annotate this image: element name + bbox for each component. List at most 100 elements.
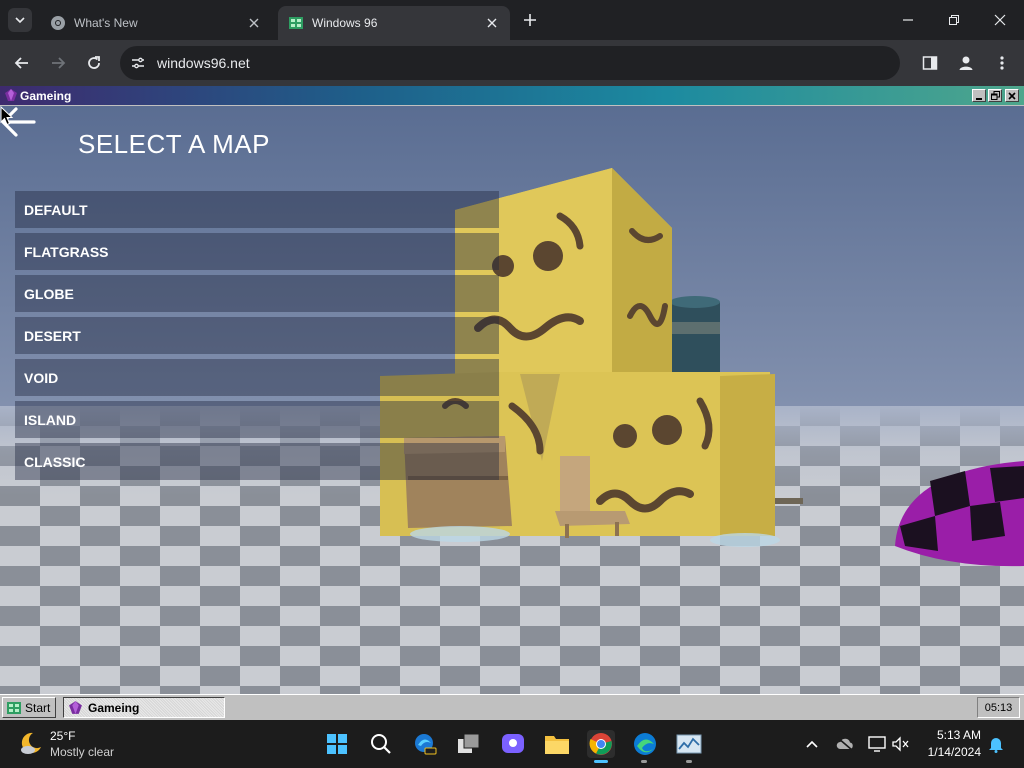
weather-description: Mostly clear: [50, 745, 115, 759]
taskbar-chrome-button[interactable]: [587, 730, 615, 758]
taskbar-monitor-app-button[interactable]: [675, 730, 703, 758]
window-restore-button[interactable]: [934, 6, 974, 34]
minimize-icon: [976, 97, 982, 100]
system-clock-time[interactable]: 5:13 AM: [925, 728, 981, 742]
chevron-up-icon: [806, 740, 818, 748]
taskbar-file-explorer-button[interactable]: [543, 730, 571, 758]
tab-title: What's New: [74, 16, 138, 30]
chrome-icon: [51, 16, 65, 30]
cloud-offline-icon: [836, 737, 853, 751]
taskbar-edge-button[interactable]: [631, 730, 659, 758]
restore-icon: [949, 15, 959, 25]
map-item-globe[interactable]: GLOBE: [15, 275, 499, 312]
profile-button[interactable]: [954, 51, 978, 75]
tab-windows-96[interactable]: Windows 96: [278, 6, 510, 40]
map-item-flatgrass[interactable]: FLATGRASS: [15, 233, 499, 270]
reload-button[interactable]: [82, 51, 106, 75]
close-icon: [1008, 91, 1016, 100]
display-icon: [868, 736, 886, 752]
site-settings-icon: [132, 57, 144, 69]
task-view-icon: [458, 733, 480, 753]
back-button[interactable]: [10, 51, 34, 75]
notifications-button[interactable]: [986, 734, 1006, 754]
edge-beta-icon: [415, 734, 437, 755]
edge-running-indicator: [641, 760, 647, 763]
bell-icon: [989, 738, 1003, 753]
win96-taskbar: Start Gameing 05:13: [0, 694, 1024, 720]
tab-close-button[interactable]: [484, 15, 500, 31]
game-viewport[interactable]: SELECT A MAP DEFAULT FLATGRASS GLOBE DES…: [0, 106, 1024, 694]
map-list: DEFAULT FLATGRASS GLOBE DESERT VOID ISLA…: [15, 191, 499, 485]
close-icon: [249, 18, 259, 28]
search-icon: [371, 734, 391, 754]
tray-volume-button[interactable]: [891, 734, 911, 754]
map-item-default[interactable]: DEFAULT: [15, 191, 499, 228]
moon-cloud-icon[interactable]: [18, 730, 44, 756]
chrome-icon: [589, 733, 612, 755]
gem-icon: [5, 89, 17, 101]
map-item-classic[interactable]: CLASSIC: [15, 443, 499, 480]
app-window-titlebar[interactable]: Gameing: [0, 86, 1024, 106]
close-icon: [994, 14, 1006, 26]
side-panel-icon: [922, 56, 938, 70]
taskbar-app-button[interactable]: Gameing: [63, 697, 225, 718]
tab-title: Windows 96: [312, 16, 378, 30]
close-icon: [487, 18, 497, 28]
chrome-running-indicator: [594, 760, 608, 763]
forward-button[interactable]: [46, 51, 70, 75]
taskbar-chat-button[interactable]: [499, 730, 527, 758]
url-text: windows96.net: [157, 55, 250, 71]
windows-logo-icon: [327, 734, 347, 754]
win96-clock: 05:13: [977, 697, 1020, 718]
window-minimize-button[interactable]: [888, 6, 928, 34]
tray-display-button[interactable]: [867, 734, 887, 754]
forward-arrow-icon: [52, 57, 66, 69]
tray-onedrive-button[interactable]: [835, 734, 855, 754]
site-info-button[interactable]: [128, 54, 148, 72]
map-item-desert[interactable]: DESERT: [15, 317, 499, 354]
taskbar-search-button[interactable]: [367, 730, 395, 758]
gem-icon: [69, 701, 82, 714]
performance-monitor-icon: [676, 734, 702, 754]
os-taskbar: 25°F Mostly clear 5:13 AM 1/14/2024: [0, 720, 1024, 768]
tray-overflow-button[interactable]: [802, 734, 822, 754]
taskbar-task-view-button[interactable]: [455, 730, 483, 758]
start-button[interactable]: Start: [2, 697, 56, 718]
new-tab-button[interactable]: [520, 10, 540, 30]
restore-icon: [990, 91, 1000, 100]
app-close-button[interactable]: [1005, 89, 1019, 102]
folder-icon: [545, 736, 569, 754]
kebab-menu-icon: [1000, 56, 1004, 70]
windows96-favicon-icon: [289, 17, 303, 29]
browser-tab-strip: What's New Windows 96: [0, 0, 1024, 40]
mouse-cursor-icon: [0, 106, 14, 126]
tab-search-button[interactable]: [8, 8, 32, 32]
monitor-running-indicator: [686, 760, 692, 763]
windows96-logo-icon: [7, 701, 21, 714]
edge-icon: [634, 733, 656, 755]
page-title: SELECT A MAP: [78, 129, 270, 159]
reload-icon: [88, 56, 100, 69]
app-maximize-button[interactable]: [988, 89, 1002, 102]
taskbar-app-label: Gameing: [88, 700, 140, 715]
browser-menu-button[interactable]: [990, 51, 1014, 75]
window-close-button[interactable]: [980, 6, 1020, 34]
side-panel-button[interactable]: [918, 51, 942, 75]
weather-temperature: 25°F: [50, 729, 76, 743]
map-item-island[interactable]: ISLAND: [15, 401, 499, 438]
taskbar-edge-beta-button[interactable]: [411, 730, 439, 758]
volume-muted-icon: [892, 736, 909, 752]
system-clock-date[interactable]: 1/14/2024: [918, 745, 981, 759]
profile-icon: [959, 56, 973, 70]
address-bar[interactable]: windows96.net: [120, 46, 900, 80]
map-item-void[interactable]: VOID: [15, 359, 499, 396]
start-label: Start: [25, 700, 51, 715]
chat-icon: [502, 734, 524, 753]
windows-start-button[interactable]: [323, 730, 351, 758]
back-arrow-icon: [14, 57, 28, 69]
minimize-icon: [903, 19, 913, 21]
app-minimize-button[interactable]: [972, 89, 986, 102]
tab-close-button[interactable]: [246, 15, 262, 31]
chevron-down-icon: [15, 17, 25, 24]
tab-whats-new[interactable]: What's New: [40, 6, 272, 40]
